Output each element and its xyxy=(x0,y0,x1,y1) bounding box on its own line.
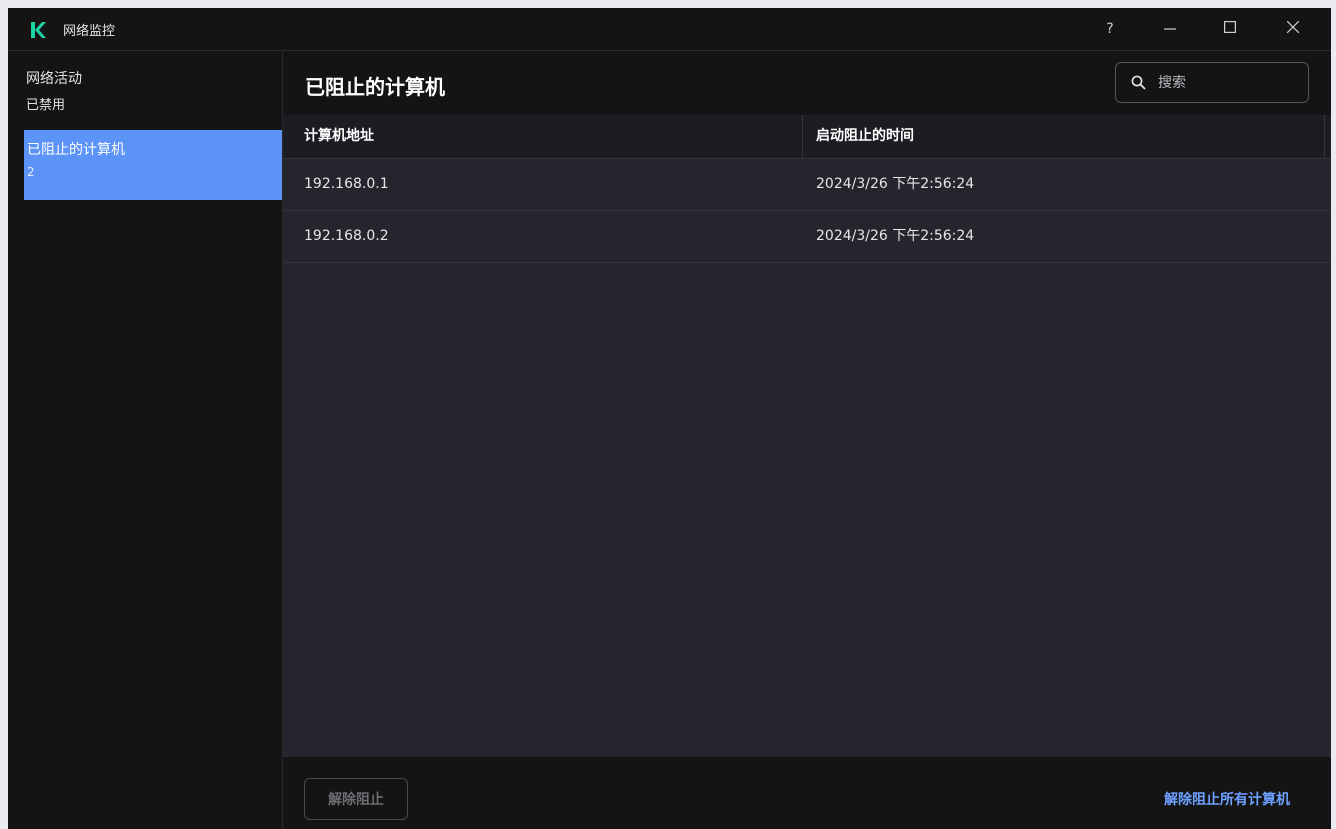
column-header-block-time[interactable]: 启动阻止的时间 xyxy=(816,115,914,158)
footer-bar: 解除阻止 解除阻止所有计算机 xyxy=(283,757,1331,829)
table-header: 计算机地址 启动阻止的时间 xyxy=(283,115,1330,159)
main-header: 已阻止的计算机 xyxy=(283,51,1331,115)
title-bar: 网络监控 ? xyxy=(8,8,1331,51)
maximize-button[interactable] xyxy=(1207,8,1253,50)
search-icon xyxy=(1131,75,1146,90)
cell-address: 192.168.0.1 xyxy=(304,176,389,192)
sidebar-item-count: 2 xyxy=(27,165,35,179)
sidebar-item-label: 网络活动 xyxy=(26,71,82,87)
sidebar-item-network-activity[interactable]: 网络活动 已禁用 xyxy=(24,60,282,124)
kaspersky-logo-icon xyxy=(30,21,46,39)
unblock-button[interactable]: 解除阻止 xyxy=(304,778,408,820)
column-divider[interactable] xyxy=(802,115,803,158)
main-panel: 已阻止的计算机 计算机地址 启动阻止的时间 192.168.0.1 2024/3… xyxy=(283,51,1331,829)
column-divider[interactable] xyxy=(1324,115,1325,158)
app-window: 网络监控 ? 网络活动 已禁用 已阻止的计算机 2 已阻止的计算机 搜索 计算机… xyxy=(8,8,1331,829)
sidebar-item-label: 已阻止的计算机 xyxy=(27,142,125,158)
blocked-computers-table: 计算机地址 启动阻止的时间 192.168.0.1 2024/3/26 下午2:… xyxy=(283,115,1330,263)
help-icon: ? xyxy=(1106,21,1114,37)
close-icon xyxy=(1286,20,1300,37)
cell-block-time: 2024/3/26 下午2:56:24 xyxy=(816,228,975,244)
column-header-address[interactable]: 计算机地址 xyxy=(304,115,374,158)
sidebar: 网络活动 已禁用 已阻止的计算机 2 xyxy=(8,51,283,829)
help-button[interactable]: ? xyxy=(1087,8,1133,50)
minimize-icon xyxy=(1164,21,1176,37)
close-button[interactable] xyxy=(1270,8,1316,50)
cell-address: 192.168.0.2 xyxy=(304,228,389,244)
sidebar-item-blocked-computers[interactable]: 已阻止的计算机 2 xyxy=(24,130,282,200)
table-row[interactable]: 192.168.0.2 2024/3/26 下午2:56:24 xyxy=(283,211,1330,263)
search-input[interactable] xyxy=(1156,73,1280,92)
sidebar-item-status: 已禁用 xyxy=(26,98,66,113)
unblock-all-link[interactable]: 解除阻止所有计算机 xyxy=(1164,789,1290,809)
table-row[interactable]: 192.168.0.1 2024/3/26 下午2:56:24 xyxy=(283,159,1330,211)
app-title: 网络监控 xyxy=(63,24,116,39)
page-title: 已阻止的计算机 xyxy=(305,75,445,99)
maximize-icon xyxy=(1224,21,1237,37)
search-box[interactable] xyxy=(1115,62,1309,103)
minimize-button[interactable] xyxy=(1147,8,1193,50)
cell-block-time: 2024/3/26 下午2:56:24 xyxy=(816,176,975,192)
